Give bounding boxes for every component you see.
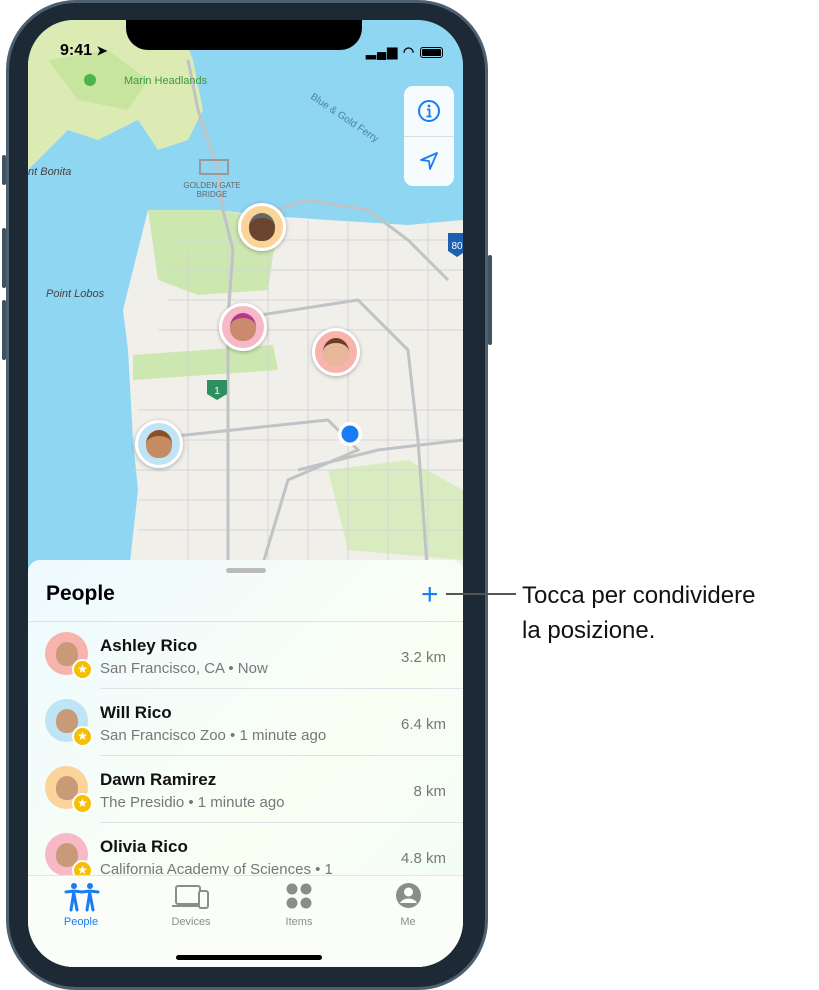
people-icon: [64, 883, 100, 912]
add-person-button[interactable]: +: [421, 580, 439, 610]
map[interactable]: Marin Headlands Blue & Gold Ferry nt Bon…: [28, 20, 463, 580]
person-name: Dawn Ramirez: [100, 770, 217, 789]
map-pin-dawn-ramirez[interactable]: [238, 203, 286, 251]
info-button[interactable]: [404, 86, 454, 136]
tab-bar: People Devices Items Me: [28, 875, 463, 967]
svg-text:80: 80: [451, 241, 463, 252]
volume-up-button: [2, 228, 6, 288]
mute-switch: [2, 155, 6, 185]
map-pin-olivia-rico[interactable]: [219, 303, 267, 351]
park-icon: [84, 74, 96, 86]
person-location: San Francisco, CA • Now: [100, 660, 268, 677]
avatar: ★: [45, 632, 93, 680]
person-distance: 8 km: [413, 783, 446, 800]
map-pin-ashley-rico[interactable]: [312, 328, 360, 376]
avatar: ★: [45, 833, 93, 881]
map-pin-will-rico[interactable]: [135, 420, 183, 468]
volume-down-button: [2, 300, 6, 360]
map-label-bonita: nt Bonita: [28, 166, 71, 178]
tab-people[interactable]: People: [31, 876, 131, 936]
tab-devices[interactable]: Devices: [141, 876, 241, 936]
avatar: ★: [45, 766, 93, 814]
sheet-title: People: [46, 582, 115, 605]
person-row[interactable]: ★ Will Rico San Francisco Zoo • 1 minute…: [28, 689, 463, 756]
callout-leader-line: [446, 593, 516, 595]
person-name: Ashley Rico: [100, 636, 198, 655]
wifi-icon: ◠: [402, 44, 416, 59]
notch: [126, 20, 362, 50]
tab-items[interactable]: Items: [249, 876, 349, 936]
side-button: [488, 255, 492, 345]
person-location: The Presidio • 1 minute ago: [100, 794, 285, 811]
person-distance: 6.4 km: [400, 716, 446, 733]
avatar: ★: [45, 699, 93, 747]
map-label-marin: Marin Headlands: [124, 75, 208, 87]
favorite-star-icon: ★: [72, 793, 93, 814]
person-row[interactable]: ★ Ashley Rico San Francisco, CA • Now 3.…: [28, 622, 463, 689]
sheet-grabber[interactable]: [226, 568, 266, 573]
home-indicator: [176, 955, 322, 960]
cellular-icon: ▂▄▆: [366, 44, 399, 59]
person-distance: 4.8 km: [400, 850, 446, 867]
callout-text: Tocca per condividere la posizione.: [522, 582, 756, 644]
person-distance: 3.2 km: [400, 649, 446, 666]
tab-me[interactable]: Me: [358, 876, 458, 936]
map-label-lobos: Point Lobos: [46, 288, 105, 300]
location-button[interactable]: [404, 136, 454, 186]
person-row[interactable]: ★ Dawn Ramirez The Presidio • 1 minute a…: [28, 756, 463, 823]
info-icon: [418, 100, 440, 122]
screen: Marin Headlands Blue & Gold Ferry nt Bon…: [28, 20, 463, 967]
favorite-star-icon: ★: [72, 726, 93, 747]
status-time: 9:41 ➤: [60, 42, 108, 59]
svg-text:1: 1: [214, 386, 220, 397]
person-circle-icon: [396, 883, 421, 908]
person-location: San Francisco Zoo • 1 minute ago: [100, 727, 327, 744]
map-label-bridge-2: BRIDGE: [197, 190, 228, 199]
status-icons: ▂▄▆ ◠: [366, 44, 443, 60]
location-arrow-icon: [420, 152, 438, 170]
battery-icon: [419, 47, 443, 59]
person-name: Olivia Rico: [100, 837, 188, 856]
map-label-bridge: GOLDEN GATE: [183, 181, 240, 190]
person-name: Will Rico: [100, 703, 172, 722]
map-controls: [404, 86, 454, 186]
devices-icon: [172, 885, 209, 909]
favorite-star-icon: ★: [72, 659, 93, 680]
items-icon: [286, 883, 312, 909]
